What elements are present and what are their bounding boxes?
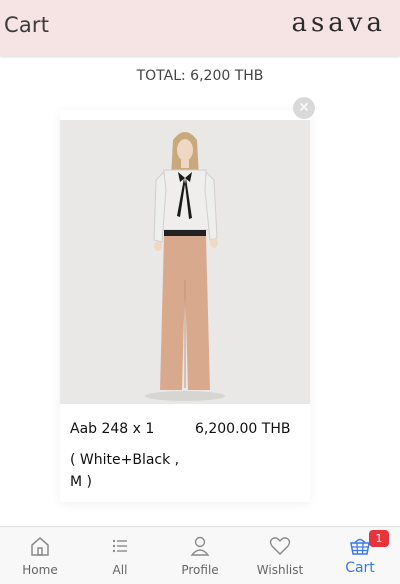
product-photo-illustration xyxy=(60,120,310,404)
bottom-tab-bar: Home All Profile Wishlist Cart xyxy=(0,526,400,584)
cart-count-badge: 1 xyxy=(369,530,389,547)
item-name: Aab 248 x 1 xyxy=(70,421,155,437)
tab-home-label: Home xyxy=(22,563,58,577)
home-icon xyxy=(31,537,49,556)
page-title: Cart xyxy=(4,13,50,37)
app-header: Cart asava xyxy=(0,0,400,56)
cart-total: TOTAL: 6,200 THB xyxy=(136,68,264,84)
tab-wishlist[interactable]: Wishlist xyxy=(240,527,320,584)
tab-all-label: All xyxy=(112,563,128,577)
item-price: 6,200.00 THB xyxy=(195,421,291,437)
tab-profile-label: Profile xyxy=(181,563,219,577)
remove-item-button[interactable]: ✕ xyxy=(293,97,315,119)
tab-profile[interactable]: Profile xyxy=(160,527,240,584)
list-icon xyxy=(112,539,127,553)
brand-logo[interactable]: asava xyxy=(291,8,386,38)
tab-cart-label: Cart xyxy=(345,560,375,576)
product-image[interactable] xyxy=(60,120,310,404)
tab-all[interactable]: All xyxy=(80,527,160,584)
item-variant: ( White+Black , M ) xyxy=(70,452,180,490)
tab-wishlist-label: Wishlist xyxy=(256,563,304,577)
profile-icon xyxy=(190,536,210,556)
heart-icon xyxy=(269,537,291,555)
tab-home[interactable]: Home xyxy=(0,527,80,584)
